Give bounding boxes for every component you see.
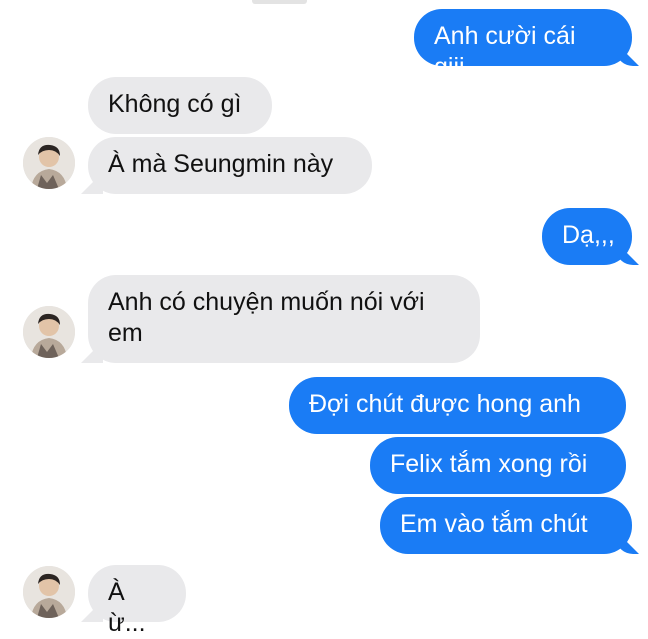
person-avatar-icon <box>23 306 75 358</box>
contact-avatar[interactable] <box>23 306 75 358</box>
person-avatar-icon <box>23 137 75 189</box>
incoming-message-bubble[interactable]: Không có gì <box>88 77 272 134</box>
message-thread: Anh cười cái giii Không có gì À mà Seung… <box>0 0 648 637</box>
outgoing-message-bubble[interactable]: Dạ,,, <box>542 208 632 265</box>
contact-avatar[interactable] <box>23 137 75 189</box>
incoming-message-bubble[interactable]: À ừ... <box>88 565 186 637</box>
outgoing-message-bubble[interactable]: Felix tắm xong rồi <box>370 437 626 494</box>
contact-avatar[interactable] <box>23 566 75 618</box>
outgoing-message-bubble[interactable]: Đợi chút được hong anh <box>289 377 626 434</box>
incoming-message-bubble[interactable]: À mà Seungmin này <box>88 137 372 194</box>
previous-message-edge <box>252 0 307 4</box>
person-avatar-icon <box>23 566 75 618</box>
outgoing-message-bubble[interactable]: Em vào tắm chút <box>380 497 632 554</box>
outgoing-message-bubble[interactable]: Anh cười cái giii <box>414 9 632 81</box>
incoming-message-bubble[interactable]: Anh có chuyện muốn nói với em <box>88 275 480 363</box>
